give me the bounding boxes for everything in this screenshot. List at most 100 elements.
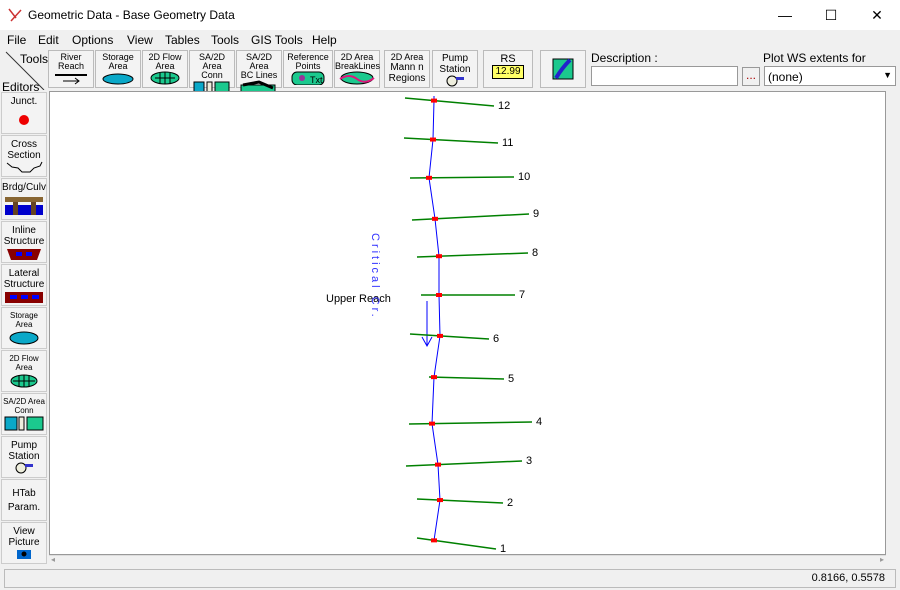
- description-input[interactable]: [591, 66, 738, 86]
- vertical-scrollbar[interactable]: [886, 91, 899, 555]
- bank-station-marker: [437, 498, 443, 503]
- svg-text:Txt: Txt: [310, 75, 323, 85]
- editor-htab-param[interactable]: HTab Param.: [1, 479, 47, 521]
- cross-section-label[interactable]: 4: [536, 416, 542, 428]
- bank-station-marker: [432, 216, 438, 221]
- 2d-area-mann-n-regions-tool[interactable]: 2D Area Mann n Regions: [384, 50, 430, 88]
- title-bar: Geometric Data - Base Geometry Data — ☐ …: [0, 0, 900, 30]
- bank-station-marker: [430, 137, 436, 142]
- cross-section-line: [416, 252, 529, 258]
- cross-section-label[interactable]: 12: [498, 100, 510, 112]
- menu-help[interactable]: Help: [312, 33, 337, 47]
- schematic-canvas[interactable]: Upper Reach Critical Cr. 12 11 10 9 8 7 6 5 4 3 2 1: [49, 91, 886, 555]
- bank-station-marker: [437, 333, 443, 338]
- cross-section-label[interactable]: 3: [526, 455, 532, 467]
- editor-bridge-culvert[interactable]: Brdg/Culv: [1, 178, 47, 220]
- map-icon: [552, 58, 574, 80]
- cross-section-line: [411, 213, 530, 221]
- cross-section-line: [428, 376, 505, 380]
- editor-junction[interactable]: Junct.: [1, 92, 47, 134]
- editor-lateral-structure[interactable]: Lateral Structure: [1, 264, 47, 306]
- map-layers-button[interactable]: [540, 50, 586, 88]
- cross-section-label[interactable]: 10: [518, 171, 530, 183]
- menu-edit[interactable]: Edit: [38, 33, 59, 47]
- 2d-flow-area-icon: [10, 374, 38, 388]
- cross-section-label[interactable]: 11: [502, 137, 513, 149]
- profile-select-value: (none): [768, 70, 803, 84]
- coordinate-readout: 0.8166, 0.5578: [811, 572, 885, 584]
- cross-section-line: [416, 498, 504, 504]
- scroll-right-icon: ▸: [879, 555, 884, 564]
- horizontal-scrollbar[interactable]: ◂ ▸: [49, 555, 886, 567]
- sa-2d-area-conn-tool[interactable]: SA/2D Area Conn: [189, 50, 235, 94]
- scroll-left-icon: ◂: [51, 555, 56, 564]
- maximize-button[interactable]: ☐: [808, 0, 854, 30]
- bank-station-marker: [431, 375, 437, 380]
- editor-pump-station[interactable]: Pump Station: [1, 436, 47, 478]
- cross-section-label[interactable]: 5: [508, 373, 514, 385]
- rs-tag-icon: 12.99: [492, 65, 524, 79]
- cross-section-label[interactable]: 8: [532, 247, 538, 259]
- lateral-structure-icon: [5, 292, 43, 303]
- editor-view-picture[interactable]: View Picture: [1, 522, 47, 564]
- editor-cross-section[interactable]: Cross Section: [1, 135, 47, 177]
- storage-area-tool[interactable]: Storage Area: [95, 50, 141, 88]
- menu-view[interactable]: View: [127, 33, 153, 47]
- sa-2d-conn-icon: [4, 416, 44, 431]
- bridge-icon: [5, 197, 43, 215]
- river-label: Critical Cr.: [369, 233, 381, 320]
- editor-inline-structure[interactable]: Inline Structure: [1, 221, 47, 263]
- menu-bar: File Edit Options View Tables Tools GIS …: [0, 31, 900, 49]
- river-reach-tool[interactable]: River Reach: [48, 50, 94, 88]
- bank-station-marker: [436, 293, 442, 297]
- menu-tables[interactable]: Tables: [165, 33, 200, 47]
- cross-section-icon: [6, 161, 43, 173]
- cross-section-label[interactable]: 7: [519, 289, 525, 301]
- menu-gis-tools[interactable]: GIS Tools: [251, 33, 303, 47]
- cross-section-label[interactable]: 2: [507, 497, 513, 509]
- window-title: Geometric Data - Base Geometry Data: [28, 8, 235, 22]
- junction-icon: [19, 115, 29, 125]
- editor-sa-2d-area-conn[interactable]: SA/2D Area Conn: [1, 393, 47, 435]
- river-reach-icon: [55, 74, 87, 85]
- close-button[interactable]: ✕: [854, 0, 900, 30]
- reach-label: Upper Reach: [326, 293, 391, 305]
- menu-tools[interactable]: Tools: [211, 33, 239, 47]
- bank-station-marker: [436, 254, 442, 259]
- menu-file[interactable]: File: [7, 33, 26, 47]
- editor-2d-flow-area[interactable]: 2D Flow Area: [1, 350, 47, 392]
- breaklines-icon: [339, 71, 375, 85]
- pump-icon: [446, 75, 464, 87]
- description-browse-button[interactable]: ...: [742, 67, 760, 86]
- tools-label: Tools: [20, 52, 49, 66]
- description-label: Description :: [591, 51, 658, 65]
- sa-2d-area-bc-lines-tool[interactable]: SA/2D Area BC Lines: [236, 50, 282, 94]
- cross-section-label[interactable]: 9: [533, 208, 539, 220]
- flow-direction-arrow: [421, 301, 433, 348]
- inline-structure-icon: [7, 249, 41, 260]
- app-icon: [8, 8, 22, 22]
- 2d-area-breaklines-tool[interactable]: 2D Area BreakLines: [334, 50, 380, 88]
- cross-section-line: [403, 137, 499, 144]
- status-bar: 0.8166, 0.5578: [4, 569, 896, 588]
- bank-station-marker: [429, 421, 435, 426]
- profile-select[interactable]: (none) ▼: [764, 66, 896, 86]
- editor-storage-area[interactable]: Storage Area: [1, 307, 47, 349]
- cross-section-line: [409, 333, 490, 340]
- pump-station-tool[interactable]: Pump Station: [432, 50, 478, 88]
- pump-icon: [15, 462, 33, 474]
- chevron-down-icon: ▼: [883, 70, 892, 80]
- cross-section-label[interactable]: 1: [500, 543, 506, 555]
- cross-section-line: [405, 460, 523, 467]
- 2d-flow-area-tool[interactable]: 2D Flow Area: [142, 50, 188, 88]
- minimize-button[interactable]: —: [762, 0, 808, 30]
- menu-options[interactable]: Options: [72, 33, 113, 47]
- cross-section-line: [409, 176, 515, 179]
- river-centerline: [428, 96, 441, 542]
- storage-area-icon: [9, 331, 39, 345]
- rs-tool[interactable]: RS 12.99: [483, 50, 533, 88]
- bank-station-marker: [431, 98, 437, 103]
- reference-points-tool[interactable]: Reference Points Txt: [283, 50, 333, 88]
- cross-section-label[interactable]: 6: [493, 333, 499, 345]
- 2d-flow-area-icon: [150, 71, 180, 85]
